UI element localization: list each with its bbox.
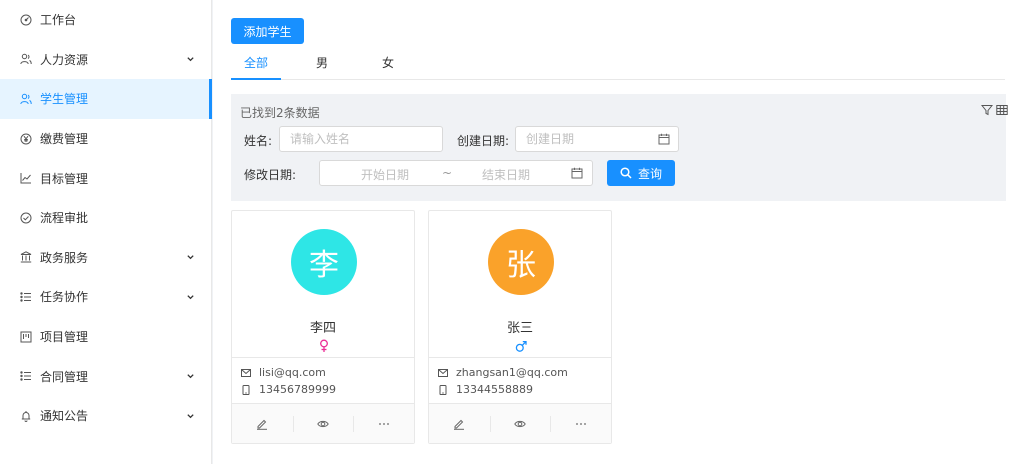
sidebar-item-label: 目标管理: [40, 171, 89, 186]
sidebar: 工作台 人力资源 学生管理 缴费管理 目标管理 流程审批 政务服务 任务协作 项…: [0, 0, 212, 464]
sidebar-item-label: 人力资源: [40, 52, 89, 67]
sidebar-item-payments[interactable]: 缴费管理: [0, 119, 211, 159]
email-row: zhangsan1@qq.com: [438, 366, 568, 379]
sidebar-item-hr[interactable]: 人力资源: [0, 40, 211, 80]
created-date-label: 创建日期:: [457, 134, 510, 148]
edit-icon: [257, 419, 268, 430]
edit-icon: [454, 419, 465, 430]
gender-tabs: 全部 男 女: [231, 50, 1005, 80]
student-phone: 13456789999: [259, 383, 336, 396]
mail-icon: [438, 368, 448, 377]
modified-date-label: 修改日期:: [244, 168, 297, 182]
view-button[interactable]: [489, 404, 551, 443]
start-date-placeholder[interactable]: 开始日期: [361, 166, 409, 183]
team-icon: [20, 93, 32, 105]
avatar: 张: [488, 229, 554, 295]
sidebar-item-label: 学生管理: [40, 92, 89, 107]
eye-icon: [317, 420, 329, 427]
check-circle-icon: [20, 212, 32, 224]
edit-button[interactable]: [232, 404, 293, 443]
table-icon[interactable]: [996, 104, 1008, 116]
bank-icon: [20, 251, 32, 263]
student-email: lisi@qq.com: [259, 366, 326, 379]
phone-row: 13344558889: [438, 383, 533, 396]
chevron-down-icon: [187, 57, 194, 62]
student-email: zhangsan1@qq.com: [456, 366, 568, 379]
sidebar-item-gov-services[interactable]: 政务服务: [0, 238, 211, 278]
sidebar-item-workbench[interactable]: 工作台: [0, 0, 211, 40]
range-separator: ~: [442, 166, 453, 180]
name-input[interactable]: [279, 126, 443, 152]
email-row: lisi@qq.com: [241, 366, 326, 379]
sidebar-item-goals[interactable]: 目标管理: [0, 158, 211, 198]
main-content: 添加学生 全部 男 女 已找到2条数据 姓名: 创建日期: 修改日期: 开始日期…: [213, 0, 1024, 464]
modified-date-range[interactable]: 开始日期 ~ 结束日期: [319, 160, 593, 186]
female-icon: [318, 339, 330, 353]
project-icon: [20, 331, 32, 343]
yen-icon: [20, 133, 32, 145]
sidebar-item-contracts[interactable]: 合同管理: [0, 356, 211, 396]
mail-icon: [241, 368, 251, 377]
tab-male[interactable]: 男: [297, 50, 347, 79]
search-icon: [620, 167, 632, 179]
search-button[interactable]: 查询: [607, 160, 675, 186]
sidebar-item-label: 工作台: [40, 13, 77, 28]
result-count: 已找到2条数据: [240, 106, 320, 120]
avatar: 李: [291, 229, 357, 295]
calendar-icon: [571, 167, 583, 179]
search-button-label: 查询: [637, 166, 662, 181]
student-card[interactable]: 张 张三 zhangsan1@qq.com 13344558889: [428, 210, 612, 444]
sidebar-item-approval[interactable]: 流程审批: [0, 198, 211, 238]
calendar-icon: [658, 133, 670, 145]
male-icon: [515, 339, 527, 353]
sidebar-item-projects[interactable]: 项目管理: [0, 317, 211, 357]
mobile-icon: [242, 384, 250, 395]
edit-button[interactable]: [429, 404, 490, 443]
sidebar-item-label: 项目管理: [40, 330, 89, 345]
add-student-button[interactable]: 添加学生: [231, 18, 304, 44]
filter-icon[interactable]: [980, 104, 994, 116]
sidebar-item-label: 政务服务: [40, 250, 89, 265]
dashboard-icon: [20, 14, 32, 26]
filter-panel: 已找到2条数据 姓名: 创建日期: 修改日期: 开始日期 ~ 结束日期 查询: [231, 94, 1008, 201]
student-name: 李四: [309, 321, 336, 336]
chevron-down-icon: [187, 255, 194, 260]
more-button[interactable]: [353, 404, 414, 443]
tab-female[interactable]: 女: [363, 50, 413, 79]
mobile-icon: [439, 384, 447, 395]
sidebar-item-tasks[interactable]: 任务协作: [0, 277, 211, 317]
card-actions: [232, 403, 414, 443]
ellipsis-icon: [575, 422, 586, 425]
created-date-input[interactable]: [515, 126, 679, 152]
sidebar-item-label: 缴费管理: [40, 132, 89, 147]
contact-info: lisi@qq.com 13456789999: [232, 357, 414, 405]
sidebar-item-label: 通知公告: [40, 409, 89, 424]
contact-info: zhangsan1@qq.com 13344558889: [429, 357, 611, 405]
view-button[interactable]: [292, 404, 354, 443]
student-name: 张三: [506, 321, 533, 336]
team-icon: [20, 53, 32, 65]
tab-all[interactable]: 全部: [231, 50, 281, 80]
card-actions: [429, 403, 611, 443]
student-card[interactable]: 李 李四 lisi@qq.com 13456789999: [231, 210, 415, 444]
sidebar-item-label: 任务协作: [40, 290, 89, 305]
sidebar-item-notices[interactable]: 通知公告: [0, 396, 211, 436]
chevron-down-icon: [187, 295, 194, 300]
more-button[interactable]: [550, 404, 611, 443]
line-chart-icon: [20, 172, 32, 184]
phone-row: 13456789999: [241, 383, 336, 396]
sidebar-item-label: 合同管理: [40, 369, 89, 384]
ellipsis-icon: [378, 422, 389, 425]
list-icon: [20, 291, 32, 303]
eye-icon: [514, 420, 526, 427]
bell-icon: [20, 410, 32, 422]
list-icon: [20, 370, 32, 382]
sidebar-item-label: 流程审批: [40, 211, 89, 226]
name-label: 姓名:: [244, 134, 273, 148]
chevron-down-icon: [187, 374, 194, 379]
student-phone: 13344558889: [456, 383, 533, 396]
end-date-placeholder[interactable]: 结束日期: [482, 166, 530, 183]
chevron-down-icon: [187, 413, 194, 418]
sidebar-item-students[interactable]: 学生管理: [0, 79, 212, 119]
